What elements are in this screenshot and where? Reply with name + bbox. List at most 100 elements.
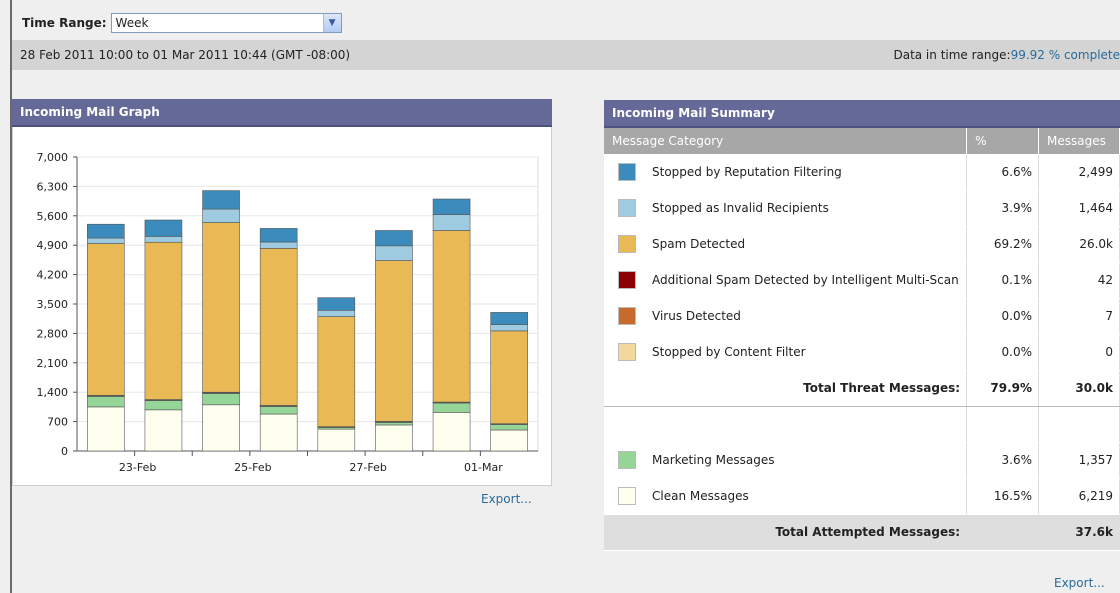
bar-segment-reputation xyxy=(259,228,298,243)
bar-segment-marketing xyxy=(490,424,528,431)
y-tick-label: 4,900 xyxy=(37,239,69,252)
summary-count: 0 xyxy=(1038,334,1120,371)
date-range-bar: 28 Feb 2011 10:00 to 01 Mar 2011 10:44 (… xyxy=(12,40,1120,70)
summary-count: 1,464 xyxy=(1038,190,1120,227)
summary-table: Message Category % Messages Stopped by R… xyxy=(604,128,1120,551)
bar-segment-marketing xyxy=(144,400,183,411)
summary-category-cell: Marketing Messages xyxy=(604,442,968,479)
y-tick-label: 2,800 xyxy=(37,327,69,340)
bar-segment-spam xyxy=(259,248,298,406)
summary-percent: 3.9% xyxy=(966,190,1040,227)
bar-segment-invalid xyxy=(259,241,298,249)
y-tick-label: 1,400 xyxy=(37,386,69,399)
total-threat-row: Total Threat Messages: 79.9% 30.0k xyxy=(604,369,1120,407)
bar-segment-spam xyxy=(202,222,240,393)
bar-segment-marketing xyxy=(87,396,125,408)
legend-swatch xyxy=(618,307,636,325)
summary-count: 42 xyxy=(1038,262,1120,299)
bar-segment-reputation xyxy=(144,219,183,237)
bar-segment-clean xyxy=(144,409,183,452)
summary-category-label: Stopped as Invalid Recipients xyxy=(652,201,829,215)
data-completeness-label: Data in time range: xyxy=(893,48,1011,62)
incoming-mail-summary-panel: Incoming Mail Summary Message Category %… xyxy=(604,100,1120,551)
summary-category-label: Spam Detected xyxy=(652,237,746,251)
summary-header-row: Message Category % Messages xyxy=(604,128,1120,154)
bar-segment-clean xyxy=(317,428,356,452)
total-threat-percent: 79.9% xyxy=(966,369,1040,407)
x-tick-label: 23-Feb xyxy=(119,461,156,474)
summary-category-cell: Clean Messages xyxy=(604,478,968,515)
summary-percent: 3.6% xyxy=(966,442,1040,479)
y-tick-label: 4,200 xyxy=(37,269,69,282)
bar-segment-invalid xyxy=(432,214,471,231)
summary-count: 6,219 xyxy=(1038,478,1120,515)
data-completeness-value: 99.92 % complete xyxy=(1010,48,1120,62)
bar-segment-invalid xyxy=(490,324,528,332)
y-tick-label: 5,600 xyxy=(37,210,69,223)
time-range-select[interactable]: Week ▼ xyxy=(110,13,342,33)
summary-count: 26.0k xyxy=(1038,226,1120,263)
summary-percent: 0.0% xyxy=(966,334,1040,371)
bar-segment-marketing xyxy=(432,402,471,413)
x-tick-label: 25-Feb xyxy=(234,461,271,474)
summary-count: 1,357 xyxy=(1038,442,1120,479)
bar-segment-reputation xyxy=(490,312,528,325)
y-tick-label: 2,100 xyxy=(37,357,69,370)
bar-segment-clean xyxy=(375,424,413,452)
legend-swatch xyxy=(618,343,636,361)
col-header-category: Message Category xyxy=(604,128,968,154)
summary-category-cell: Spam Detected xyxy=(604,226,968,263)
summary-row: Stopped as Invalid Recipients 3.9% 1,464 xyxy=(604,190,1120,227)
bar-segment-reputation xyxy=(317,297,356,311)
x-tick-label: 01-Mar xyxy=(464,461,503,474)
summary-category-label: Additional Spam Detected by Intelligent … xyxy=(652,273,959,287)
bar-segment-spam xyxy=(87,243,125,396)
summary-category-cell: Stopped by Content Filter xyxy=(604,334,968,371)
summary-category-cell: Additional Spam Detected by Intelligent … xyxy=(604,262,968,299)
bar-segment-marketing xyxy=(375,422,413,426)
summary-row: Virus Detected 0.0% 7 xyxy=(604,298,1120,335)
bar-segment-reputation xyxy=(432,198,471,215)
data-completeness: Data in time range:99.92 % complete xyxy=(893,48,1120,62)
chevron-down-icon[interactable]: ▼ xyxy=(322,14,341,32)
bar-segment-invalid xyxy=(317,310,356,317)
bar-segment-clean xyxy=(490,429,528,452)
graph-export-link[interactable]: Export... xyxy=(481,492,532,506)
y-tick-label: 700 xyxy=(47,416,68,429)
bar-segment-invalid xyxy=(87,237,125,244)
total-threat-count: 30.0k xyxy=(1038,369,1120,407)
bar-segment-marketing xyxy=(202,393,240,406)
bar-segment-invalid xyxy=(202,208,240,223)
bar-segment-clean xyxy=(432,412,471,452)
col-header-messages: Messages xyxy=(1038,128,1120,154)
total-attempted-label: Total Attempted Messages: xyxy=(604,514,968,551)
summary-export-link[interactable]: Export... xyxy=(1054,576,1105,590)
legend-swatch xyxy=(618,487,636,505)
time-range-bar: Time Range: Week ▼ xyxy=(12,8,342,38)
col-header-percent: % xyxy=(966,128,1040,154)
bar-segment-marketing xyxy=(259,406,298,415)
legend-swatch xyxy=(618,451,636,469)
incoming-mail-graph-panel: Incoming Mail Graph 7,000 6,300 5,600 4,900… xyxy=(12,99,552,486)
graph-panel-title: Incoming Mail Graph xyxy=(12,99,552,127)
summary-row: Spam Detected 69.2% 26.0k xyxy=(604,226,1120,263)
bar-segment-reputation xyxy=(375,230,413,247)
graph-body: 7,000 6,300 5,600 4,900 4,200 3,500 2,800 2,100… xyxy=(12,127,552,486)
bar-segment-spam xyxy=(375,260,413,422)
summary-category-cell: Stopped by Reputation Filtering xyxy=(604,154,968,191)
summary-row: Stopped by Content Filter 0.0% 0 xyxy=(604,334,1120,371)
summary-count: 7 xyxy=(1038,298,1120,335)
legend-swatch xyxy=(618,271,636,289)
legend-swatch xyxy=(618,235,636,253)
x-tick-label: 27-Feb xyxy=(349,461,386,474)
bar-segment-spam xyxy=(317,316,356,427)
time-range-value: Week xyxy=(115,16,149,30)
summary-row: Marketing Messages 3.6% 1,357 xyxy=(604,442,1120,479)
incoming-mail-chart: 7,000 6,300 5,600 4,900 4,200 3,500 2,800 2,100… xyxy=(37,151,539,474)
legend-swatch xyxy=(618,199,636,217)
summary-category-cell: Stopped as Invalid Recipients xyxy=(604,190,968,227)
y-tick-label: 3,500 xyxy=(37,298,69,311)
summary-category-label: Marketing Messages xyxy=(652,453,775,467)
bar-segment-spam xyxy=(144,241,183,400)
summary-row: Clean Messages 16.5% 6,219 xyxy=(604,478,1120,515)
